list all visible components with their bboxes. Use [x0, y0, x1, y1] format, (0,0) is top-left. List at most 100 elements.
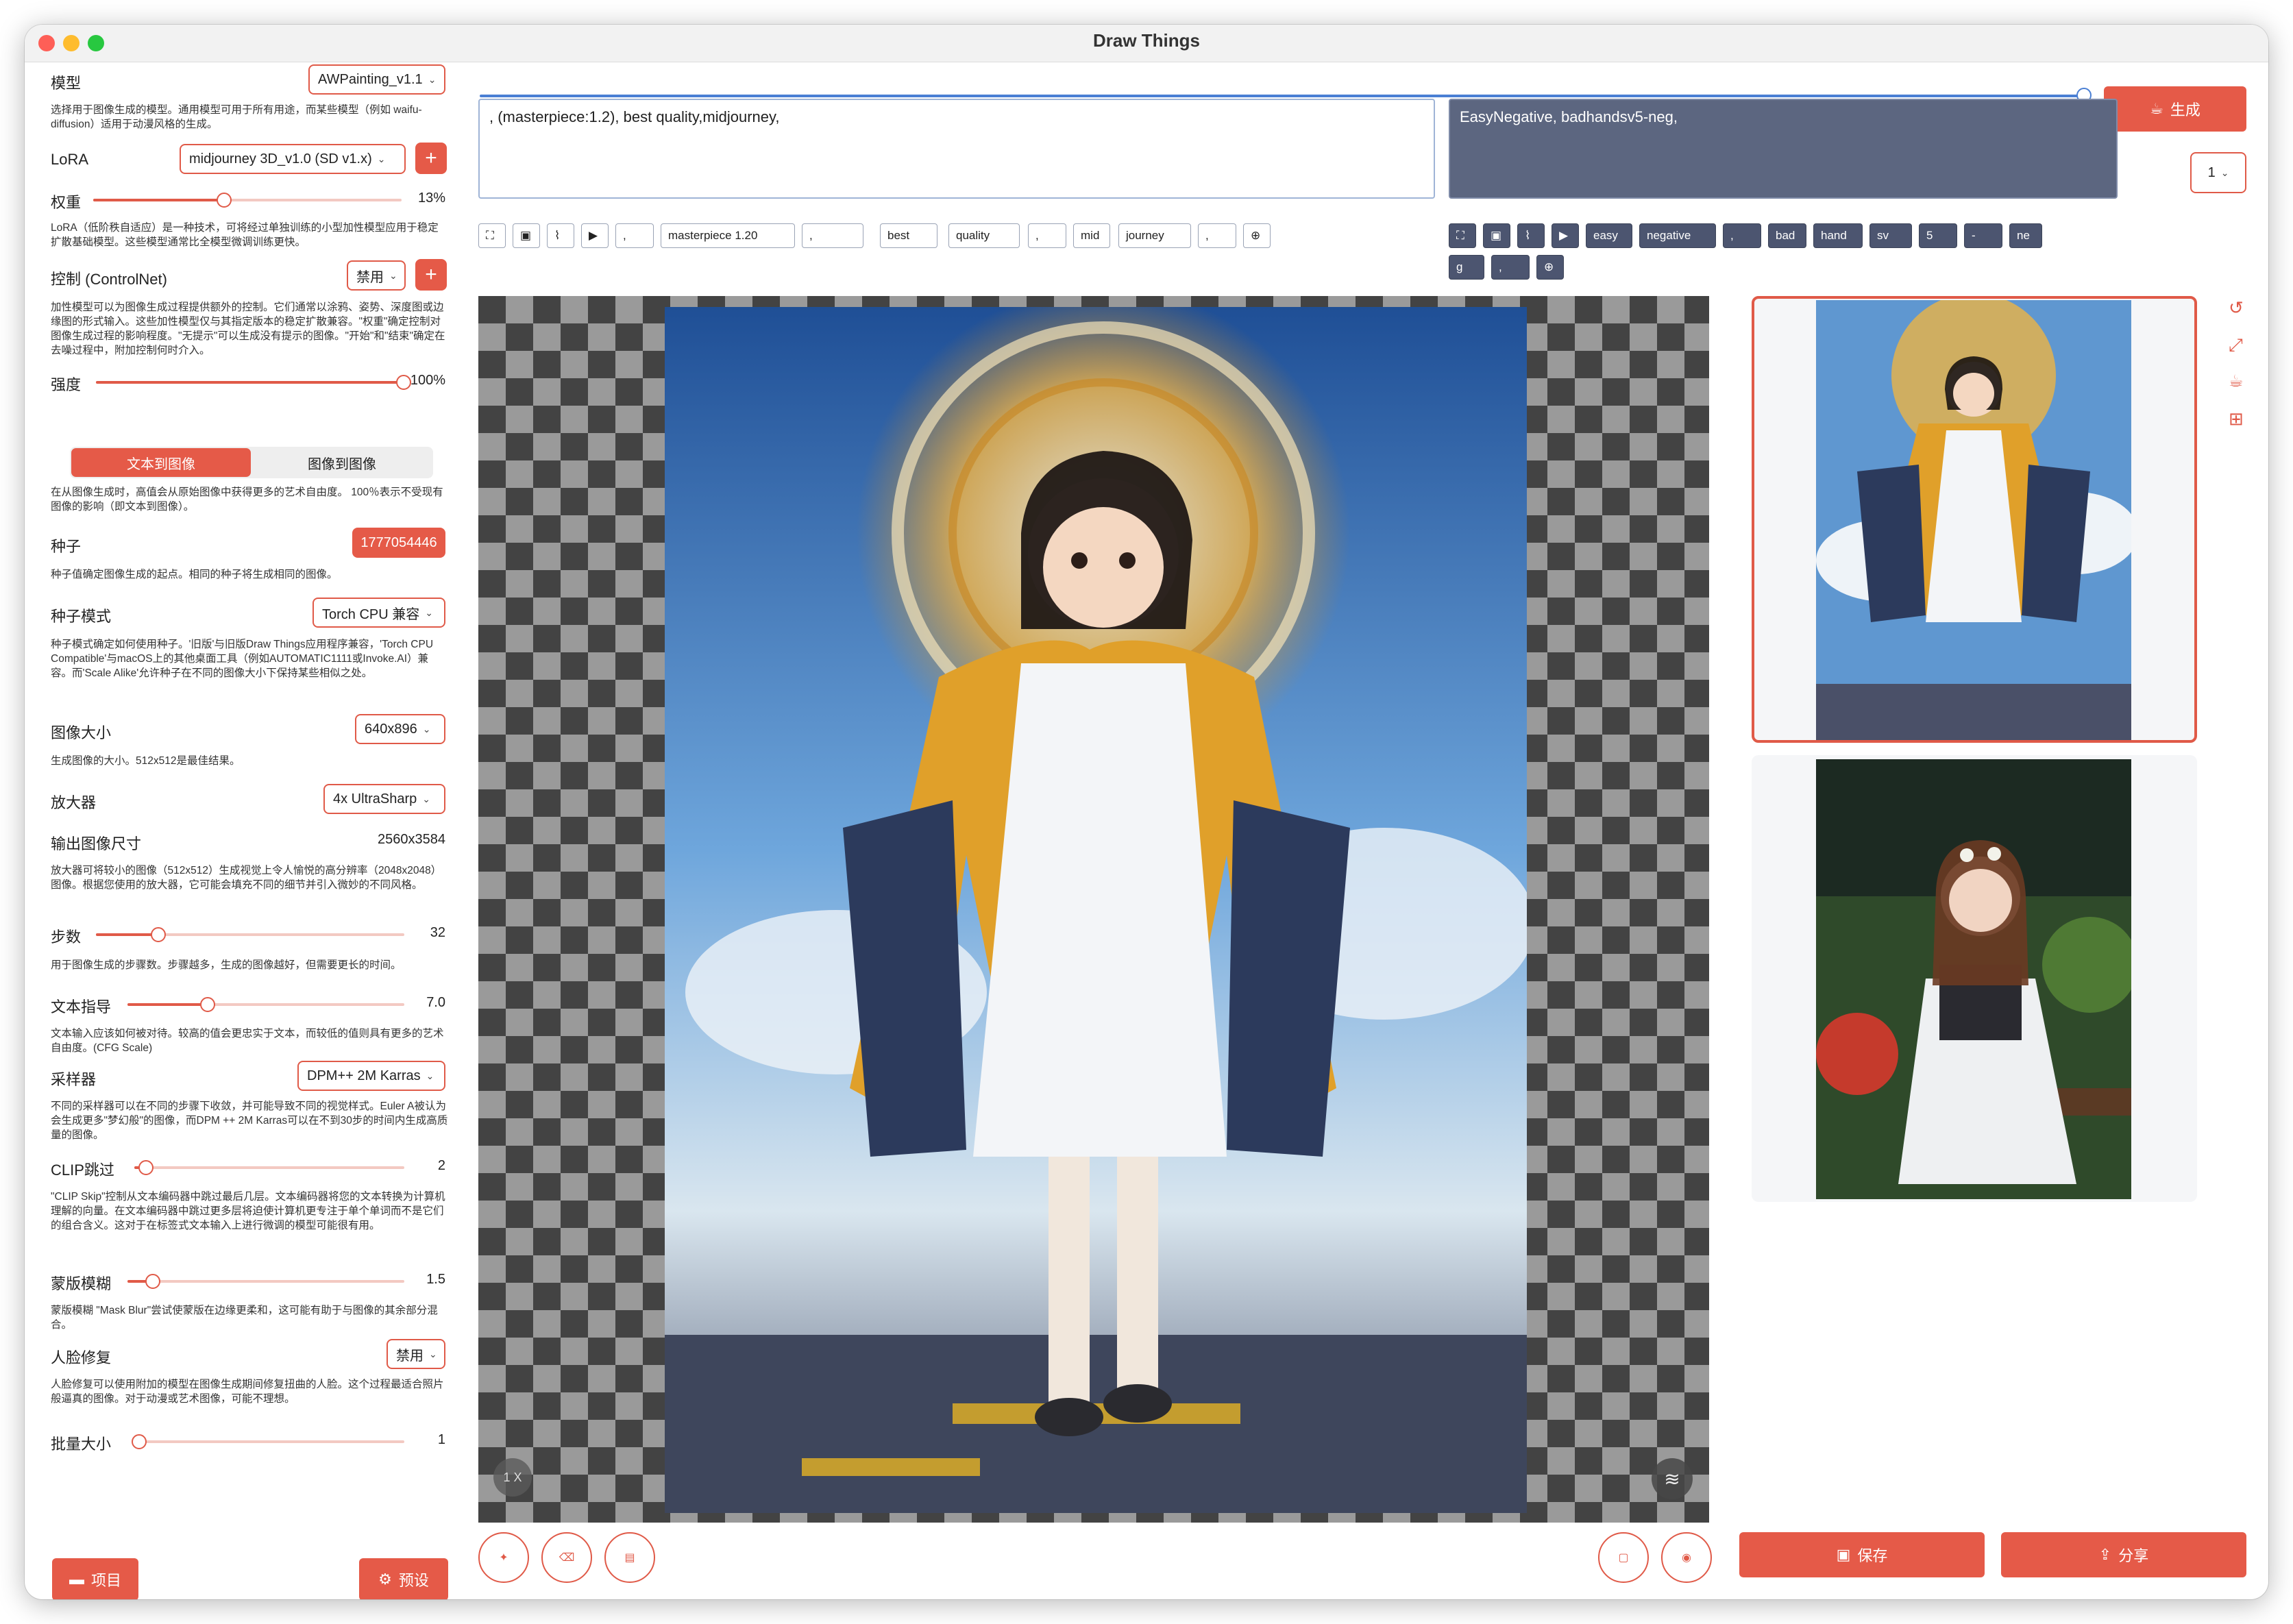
paperclip-icon[interactable]: ⌇	[1517, 223, 1545, 248]
grid-icon[interactable]: ⊞	[2229, 408, 2244, 430]
guidance-slider[interactable]	[127, 997, 404, 1012]
model-desc: 选择用于图像生成的模型。通用模型可用于所有用途，而某些模型（例如 waifu-d…	[51, 104, 422, 130]
steps-slider[interactable]	[96, 927, 404, 942]
layers-icon[interactable]: ≋	[1652, 1458, 1693, 1499]
token-chip[interactable]: ,	[1723, 223, 1761, 248]
clip-skip-slider[interactable]	[134, 1160, 404, 1175]
share-button[interactable]: ⇪ 分享	[2001, 1532, 2246, 1577]
chevron-down-icon: ⌄	[422, 793, 431, 804]
magic-wand-icon[interactable]: ✦	[478, 1532, 529, 1583]
mask-blur-slider[interactable]	[127, 1274, 404, 1289]
weight-slider-thumb[interactable]	[217, 193, 232, 208]
sampler-desc: 不同的采样器可以在不同的步骤下收敛，并可能导致不同的视觉样式。Euler A被认…	[51, 1100, 448, 1141]
folder-icon: ▬	[69, 1571, 84, 1588]
seed-label: 种子	[51, 538, 82, 555]
controlnet-select[interactable]: 禁用 ⌄	[347, 260, 406, 291]
add-token-icon[interactable]: ⊕	[1243, 223, 1271, 248]
eraser-icon[interactable]: ⌫	[541, 1532, 592, 1583]
upscaler-select[interactable]: 4x UltraSharp ⌄	[323, 784, 445, 814]
model-select[interactable]: AWPainting_v1.1 ⌄	[308, 64, 445, 95]
add-controlnet-button[interactable]: +	[415, 259, 447, 291]
token-chip[interactable]: journey	[1118, 223, 1191, 248]
generate-button[interactable]: ☕ 生成	[2104, 86, 2246, 132]
seed-mode-desc: 种子模式确定如何使用种子。'旧版'与旧版Draw Things应用程序兼容，'T…	[51, 639, 434, 679]
tab-image-to-image[interactable]: 图像到图像	[252, 448, 432, 477]
token-chip[interactable]: ,	[1198, 223, 1236, 248]
weight-desc: LoRA（低阶秩自适应）是一种技术，可将经过单独训练的小型加性模型应用于稳定扩散…	[51, 222, 439, 248]
clip-skip-slider-thumb[interactable]	[138, 1160, 154, 1175]
token-chip[interactable]: best	[880, 223, 937, 248]
add-lora-button[interactable]: +	[415, 143, 447, 174]
connection-icon[interactable]: ⤢	[2229, 334, 2243, 356]
token-chip[interactable]: ,	[802, 223, 863, 248]
guidance-slider-thumb[interactable]	[200, 997, 215, 1012]
batch-size-slider-thumb[interactable]	[132, 1434, 147, 1449]
token-chip[interactable]: g	[1449, 255, 1484, 280]
paint-roller-icon[interactable]: ▤	[604, 1532, 655, 1583]
output-size-desc: 放大器可将较小的图像（512x512）生成视觉上令人愉悦的高分辨率（2048x2…	[51, 865, 442, 891]
zoom-indicator[interactable]: 1 X	[493, 1458, 532, 1497]
play-icon[interactable]: ▶	[581, 223, 609, 248]
token-chip[interactable]: ne	[2009, 223, 2042, 248]
output-size-value: 2560x3584	[378, 832, 445, 847]
seed-input[interactable]: 1777054446	[352, 528, 445, 558]
add-token-icon[interactable]: ⊕	[1536, 255, 1564, 280]
scan-icon[interactable]: ⛶	[478, 223, 506, 248]
thumbnail-image	[1816, 759, 2131, 1199]
image-count-select[interactable]: 1 ⌄	[2190, 152, 2246, 193]
token-chip[interactable]: ,	[615, 223, 654, 248]
share-icon: ⇪	[2098, 1546, 2112, 1563]
settings-panel: 模型 AWPainting_v1.1 ⌄ 选择用于图像生成的模型。通用模型可用于所…	[25, 62, 463, 1599]
strength-slider[interactable]	[96, 375, 411, 390]
token-chip[interactable]: 5	[1919, 223, 1957, 248]
token-chip[interactable]: mid	[1073, 223, 1110, 248]
steps-desc: 用于图像生成的步骤数。步骤越多，生成的图像越好，但需要更长的时间。	[51, 959, 402, 971]
settings-scroll[interactable]: 模型 AWPainting_v1.1 ⌄ 选择用于图像生成的模型。通用模型可用于所…	[25, 62, 463, 1514]
face-restore-select[interactable]: 禁用 ⌄	[387, 1339, 445, 1369]
save-button[interactable]: ▣ 保存	[1739, 1532, 1985, 1577]
weight-value: 13%	[417, 190, 445, 206]
mask-blur-slider-thumb[interactable]	[145, 1274, 160, 1289]
positive-prompt-input[interactable]: , (masterpiece:1.2), best quality,midjou…	[478, 99, 1435, 199]
sticky-note-icon[interactable]: ▢	[1598, 1532, 1649, 1583]
gallery-item[interactable]	[1752, 755, 2197, 1202]
token-chip[interactable]: ,	[1028, 223, 1066, 248]
cup-icon[interactable]: ☕	[2229, 371, 2244, 391]
image-icon[interactable]: ▣	[1483, 223, 1510, 248]
batch-size-slider[interactable]	[132, 1434, 404, 1449]
gallery-item-selected[interactable]	[1752, 296, 2197, 743]
lora-select[interactable]: midjourney 3D_v1.0 (SD v1.x) ⌄	[180, 144, 406, 174]
history-icon[interactable]: ↺	[2229, 297, 2244, 319]
token-chip[interactable]: negative	[1639, 223, 1716, 248]
gear-icon: ⚙	[378, 1571, 392, 1588]
camera-icon[interactable]: ◉	[1661, 1532, 1712, 1583]
token-chip[interactable]: easy	[1586, 223, 1632, 248]
chevron-down-icon: ⌄	[422, 723, 431, 735]
seed-desc: 种子值确定图像生成的起点。相同的种子将生成相同的图像。	[51, 569, 338, 580]
token-chip[interactable]: sv	[1869, 223, 1912, 248]
project-button[interactable]: ▬ 项目	[52, 1558, 138, 1599]
image-icon[interactable]: ▣	[513, 223, 540, 248]
image-size-select[interactable]: 640x896 ⌄	[355, 714, 445, 744]
seed-mode-select[interactable]: Torch CPU 兼容 ⌄	[312, 598, 445, 628]
token-chip[interactable]: ,	[1491, 255, 1530, 280]
tab-text-to-image[interactable]: 文本到图像	[71, 448, 251, 477]
sampler-select[interactable]: DPM++ 2M Karras ⌄	[297, 1061, 445, 1091]
thumbnail-image	[1816, 300, 2131, 740]
steps-slider-thumb[interactable]	[151, 927, 166, 942]
negative-prompt-input[interactable]: EasyNegative, badhandsv5-neg,	[1449, 99, 2118, 199]
token-chip[interactable]: hand	[1813, 223, 1863, 248]
paperclip-icon[interactable]: ⌇	[547, 223, 574, 248]
clip-skip-desc: "CLIP Skip"控制从文本编码器中跳过最后几层。文本编码器将您的文本转换为…	[51, 1191, 445, 1231]
token-chip[interactable]: quality	[948, 223, 1020, 248]
image-canvas[interactable]: 1 X ≋	[478, 296, 1709, 1523]
weight-slider[interactable]	[93, 193, 402, 208]
token-chip[interactable]: masterpiece 1.20	[661, 223, 795, 248]
chevron-down-icon: ⌄	[426, 1070, 434, 1081]
scan-icon[interactable]: ⛶	[1449, 223, 1476, 248]
preset-button[interactable]: ⚙ 预设	[359, 1558, 448, 1599]
strength-desc: 在从图像生成时，高值会从原始图像中获得更多的艺术自由度。 100％表示不受现有图…	[51, 487, 443, 513]
token-chip[interactable]: bad	[1768, 223, 1806, 248]
token-chip[interactable]: -	[1964, 223, 2002, 248]
play-icon[interactable]: ▶	[1552, 223, 1579, 248]
